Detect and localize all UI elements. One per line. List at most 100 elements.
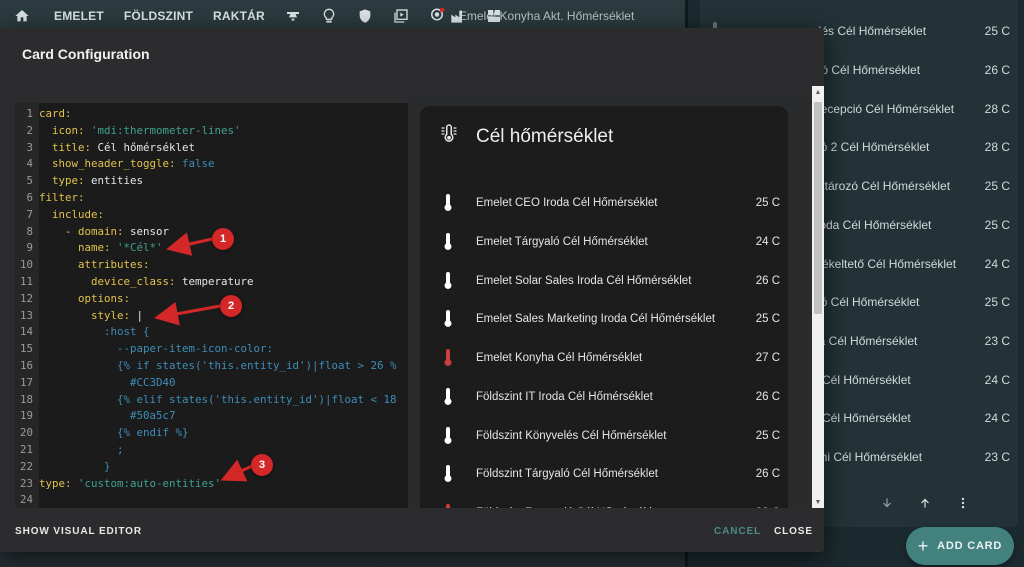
code-line[interactable]: 20 {% endif %} [15,425,408,442]
thermometer-icon [440,503,456,508]
code-line[interactable]: 22 } [15,459,408,476]
code-token: options: [39,291,131,305]
code-line[interactable]: 12 options: [15,291,408,308]
entity-name: Emelet Sales Marketing Iroda Cél Hőmérsé… [476,313,716,326]
tab-emelet[interactable]: EMELET [44,9,114,23]
code-token: sensor [130,224,170,238]
code-token: '*Cél*' [117,241,163,255]
add-card-button[interactable]: + ADD CARD [906,527,1014,565]
close-button[interactable]: CLOSE [774,526,813,537]
entity-row[interactable]: Emelet Konyha Cél Hőmérséklet 27 C [440,339,780,378]
code-line[interactable]: 11 device_class: temperature [15,274,408,291]
line-number: 1 [26,107,33,120]
annotation-badge-2: 2 [220,295,242,317]
code-line[interactable]: 13 style: | [15,308,408,325]
thermometer-icon [440,349,456,367]
code-text: icon: 'mdi:thermometer-lines' [37,123,241,140]
code-line[interactable]: 23 type: 'custom:auto-entities' [15,476,408,493]
code-line[interactable]: 1 card: [15,106,408,123]
code-token: style: [39,308,137,322]
entity-row[interactable]: Emelet Tárgyaló Cél Hőmérséklet 24 C [440,223,780,262]
background-entity-value: 23 C [984,333,1010,348]
entity-value: 26 C [755,468,780,481]
show-visual-editor-button[interactable]: SHOW VISUAL EDITOR [15,526,142,537]
code-line[interactable]: 24 [15,492,408,508]
code-line[interactable]: 3 title: Cél hőmérséklet [15,140,408,157]
code-token: filter: [39,191,85,204]
more-vertical-icon[interactable] [956,496,970,515]
annotation-badge-1: 1 [212,228,234,250]
code-line[interactable]: 5 type: entities [15,173,408,190]
line-number: 21 [19,443,33,456]
thermometer-icon [440,387,456,406]
background-entity-value: 24 C [984,372,1010,387]
background-entity-value: 28 C [984,140,1010,155]
background-entity-value: 25 C [984,24,1010,39]
background-entity-value: 25 C [984,295,1010,310]
entity-name: Földszint IT Iroda Cél Hőmérséklet [476,390,653,403]
code-line[interactable]: 14 :host { [15,324,408,341]
background-entity-name: ció 2 Cél Hőmérséklet [812,140,930,155]
scroll-up-arrow-icon[interactable]: ▲ [812,86,824,98]
background-entity-name: aló Cél Hőmérséklet [812,63,921,78]
dialog-title: Card Configuration [22,46,150,62]
code-token: name: [39,241,118,255]
code-line[interactable]: 15 --paper-item-icon-color: [15,341,408,358]
code-line[interactable]: 17 #CC3D40 [15,375,408,392]
code-line[interactable]: 7 include: [15,207,408,224]
code-line[interactable]: 4 show_header_toggle: false [15,156,408,173]
code-line[interactable]: 2 icon: 'mdi:thermometer-lines' [15,123,408,140]
background-entity-value: 28 C [984,101,1010,116]
line-number: 18 [19,392,33,406]
entity-row[interactable]: Földszint IT Iroda Cél Hőmérséklet 26 C [440,378,780,417]
tab-foldszint[interactable]: FÖLDSZINT [114,9,203,23]
arrow-up-icon[interactable] [918,496,932,515]
code-token: ; [39,443,124,456]
code-token: type: [39,174,92,188]
yaml-code-editor[interactable]: 1 card: 2 icon: 'mdi:thermometer-lines' 3 t… [15,103,408,508]
entity-row[interactable]: Földszint Könyvelés Cél Hőmérséklet 25 C [440,416,780,455]
cancel-button[interactable]: CANCEL [714,526,761,537]
code-text: - domain: sensor [37,224,169,241]
line-number: 2 [26,123,33,137]
background-entity-value: 25 C [984,217,1010,232]
code-line[interactable]: 16 {% if states('this.entity_id')|float … [15,358,408,375]
code-token: #50a5c7 [39,409,176,423]
dialog-scrollbar[interactable]: ▲ ▼ [812,86,824,508]
background-entity-name: Iroda Cél Hőmérséklet [812,217,932,232]
code-text: attributes: [37,257,150,274]
code-text: include: [37,207,104,224]
code-line[interactable]: 6 filter: [15,190,408,207]
entity-name: Földszint Recepció Cél Hőmérséklet [476,507,744,508]
scroll-down-arrow-icon[interactable]: ▼ [812,496,824,508]
code-line[interactable]: 9 name: '*Cél*' [15,240,408,257]
code-token: 'custom:auto-entities' [78,476,222,490]
line-number: 14 [19,325,33,339]
entity-value: 28 C [744,507,780,508]
background-entity-name: a Cél Hőmérséklet [812,372,911,387]
code-text: } [37,459,111,476]
entity-row[interactable]: Emelet Solar Sales Iroda Cél Hőmérséklet… [440,261,780,300]
code-text: style: | [37,308,143,325]
entity-row[interactable]: Földszint Tárgyaló Cél Hőmérséklet 26 C [440,455,780,494]
code-line[interactable]: 19 #50a5c7 [15,408,408,425]
code-text: name: '*Cél*' [37,240,163,257]
code-line[interactable]: 10 attributes: [15,257,408,274]
code-token: temperature [182,275,254,288]
code-text: device_class: temperature [37,274,254,291]
entity-row[interactable]: Emelet CEO Iroda Cél Hőmérséklet 25 C [440,184,780,223]
code-token: card: [39,107,72,120]
entity-value: 26 C [755,390,780,403]
entity-row[interactable]: Földszint Recepció Cél Hőmérséklet28 C [440,494,780,508]
arrow-down-icon[interactable] [880,496,894,515]
entity-row[interactable]: Emelet Sales Marketing Iroda Cél Hőmérsé… [440,300,780,339]
line-number: 7 [26,207,33,221]
code-line[interactable]: 21 ; [15,442,408,459]
code-token: include: [39,207,105,221]
tab-raktar[interactable]: RAKTÁR [203,9,275,23]
scrollbar-thumb[interactable] [814,102,822,314]
plus-icon: + [917,535,930,556]
code-token: {% if states('this.entity_id')|float > 2… [39,359,397,372]
line-number: 12 [19,291,33,305]
code-line[interactable]: 18 {% elif states('this.entity_id')|floa… [15,392,408,409]
